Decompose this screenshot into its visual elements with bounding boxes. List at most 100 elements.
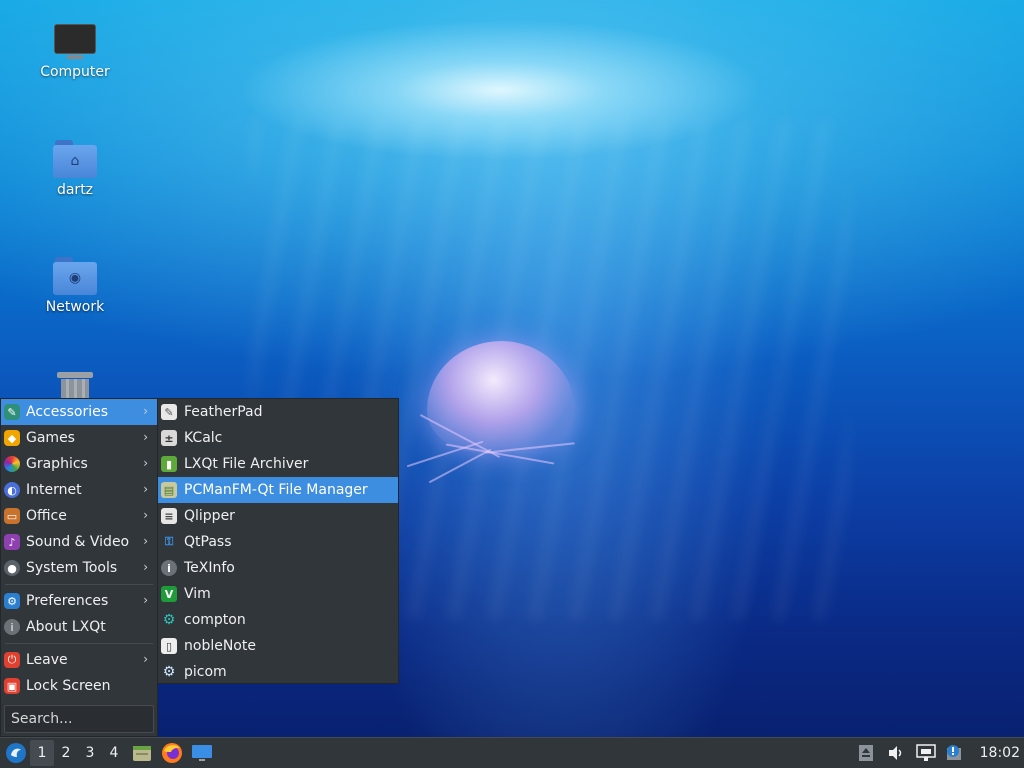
submenu-item-texinfo[interactable]: i TeXInfo xyxy=(158,555,398,581)
submenu-item-label: Vim xyxy=(184,586,211,602)
menu-item-accessories[interactable]: ✎ Accessories › xyxy=(1,399,157,425)
submenu-item-label: compton xyxy=(184,612,246,628)
submenu-item-featherpad[interactable]: ✎ FeatherPad xyxy=(158,399,398,425)
chevron-right-icon: › xyxy=(143,652,148,666)
file-manager-launcher[interactable] xyxy=(128,739,156,767)
system-tools-icon: ● xyxy=(4,560,20,576)
home-folder-icon: ⌂ xyxy=(53,140,97,178)
menu-item-label: About LXQt xyxy=(26,619,106,635)
lock-icon: ▣ xyxy=(4,678,20,694)
featherpad-icon: ✎ xyxy=(161,404,177,420)
graphics-icon xyxy=(4,456,20,472)
file-manager-icon xyxy=(133,746,151,761)
menu-item-about[interactable]: i About LXQt xyxy=(1,614,157,640)
submenu-item-kcalc[interactable]: ± KCalc xyxy=(158,425,398,451)
submenu-item-label: TeXInfo xyxy=(184,560,235,576)
menu-separator xyxy=(5,643,153,644)
submenu-item-label: picom xyxy=(184,664,227,680)
system-tray: 18:02 xyxy=(852,738,1024,768)
internet-icon: ◐ xyxy=(4,482,20,498)
submenu-item-picom[interactable]: ⚙ picom xyxy=(158,659,398,685)
network-wired-icon xyxy=(915,744,936,761)
update-notifier-icon xyxy=(946,745,961,760)
kcalc-icon: ± xyxy=(161,430,177,446)
menu-item-label: Lock Screen xyxy=(26,678,111,694)
desktop-icon xyxy=(192,745,212,761)
chevron-right-icon: › xyxy=(143,404,148,418)
menu-item-label: Sound & Video xyxy=(26,534,130,550)
submenu-item-label: QtPass xyxy=(184,534,232,550)
volume-icon xyxy=(888,746,901,760)
chevron-right-icon: › xyxy=(143,508,148,522)
accessories-submenu: ✎ FeatherPad ± KCalc ▮ LXQt File Archive… xyxy=(157,398,399,684)
about-icon: i xyxy=(4,619,20,635)
show-desktop-launcher[interactable] xyxy=(188,739,216,767)
submenu-item-label: nobleNote xyxy=(184,638,256,654)
menu-item-label: Graphics xyxy=(26,456,88,472)
noblenote-icon: ▯ xyxy=(161,638,177,654)
leave-icon: ⏻ xyxy=(4,652,20,668)
qtpass-icon: ⚿ xyxy=(164,535,174,548)
chevron-right-icon: › xyxy=(143,534,148,548)
menu-item-label: Preferences xyxy=(26,593,109,609)
games-icon: ◆ xyxy=(4,430,20,446)
menu-item-sound-video[interactable]: ♪ Sound & Video › xyxy=(1,529,157,555)
workspace-2[interactable]: 2 xyxy=(54,740,78,766)
menu-item-office[interactable]: ▭ Office › xyxy=(1,503,157,529)
archiver-icon: ▮ xyxy=(161,456,177,472)
menu-item-graphics[interactable]: Graphics › xyxy=(1,451,157,477)
submenu-item-qlipper[interactable]: ≡ Qlipper xyxy=(158,503,398,529)
submenu-item-qtpass[interactable]: ⚿ QtPass xyxy=(158,529,398,555)
clock[interactable]: 18:02 xyxy=(980,745,1020,761)
submenu-item-label: LXQt File Archiver xyxy=(184,456,309,472)
removable-media-tray[interactable] xyxy=(852,739,880,767)
desktop-icon-computer[interactable]: Computer xyxy=(20,24,130,80)
application-menu: ✎ Accessories › ◆ Games › Graphics › ◐ I… xyxy=(0,398,158,737)
menu-item-label: Internet xyxy=(26,482,82,498)
accessories-icon: ✎ xyxy=(4,404,20,420)
menu-item-lock-screen[interactable]: ▣ Lock Screen xyxy=(1,673,157,699)
picom-icon: ⚙ xyxy=(162,664,176,680)
menu-search-input[interactable] xyxy=(4,705,154,733)
submenu-item-vim[interactable]: V Vim xyxy=(158,581,398,607)
sound-video-icon: ♪ xyxy=(4,534,20,550)
texinfo-icon: i xyxy=(161,560,177,576)
volume-tray[interactable] xyxy=(882,739,910,767)
chevron-right-icon: › xyxy=(143,593,148,607)
menu-item-leave[interactable]: ⏻ Leave › xyxy=(1,647,157,673)
update-notifier-tray[interactable] xyxy=(942,739,970,767)
desktop-icon-trash[interactable] xyxy=(20,370,130,401)
network-tray[interactable] xyxy=(912,739,940,767)
chevron-right-icon: › xyxy=(143,430,148,444)
workspace-4[interactable]: 4 xyxy=(102,740,126,766)
network-folder-icon: ◉ xyxy=(53,257,97,295)
submenu-item-noblenote[interactable]: ▯ nobleNote xyxy=(158,633,398,659)
menu-item-internet[interactable]: ◐ Internet › xyxy=(1,477,157,503)
workspace-3[interactable]: 3 xyxy=(78,740,102,766)
workspace-1[interactable]: 1 xyxy=(30,740,54,766)
menu-item-label: Leave xyxy=(26,652,68,668)
jellyfish-wallpaper xyxy=(405,335,605,515)
menu-item-label: Office xyxy=(26,508,67,524)
desktop-icon-home[interactable]: ⌂ dartz xyxy=(20,140,130,198)
menu-item-preferences[interactable]: ⚙ Preferences › xyxy=(1,588,157,614)
eject-icon xyxy=(858,745,873,761)
trash-icon xyxy=(57,370,93,401)
submenu-item-label: FeatherPad xyxy=(184,404,263,420)
chevron-right-icon: › xyxy=(143,482,148,496)
start-menu-button[interactable] xyxy=(2,739,30,767)
menu-item-system-tools[interactable]: ● System Tools › xyxy=(1,555,157,581)
menu-separator xyxy=(5,584,153,585)
menu-item-label: Accessories xyxy=(26,404,109,420)
compton-icon: ⚙ xyxy=(162,612,176,628)
menu-item-games[interactable]: ◆ Games › xyxy=(1,425,157,451)
submenu-item-label: KCalc xyxy=(184,430,223,446)
submenu-item-file-manager[interactable]: ▤ PCManFM-Qt File Manager xyxy=(158,477,398,503)
firefox-launcher[interactable] xyxy=(158,739,186,767)
desktop-icon-network[interactable]: ◉ Network xyxy=(20,257,130,315)
vim-icon: V xyxy=(161,586,177,602)
submenu-item-compton[interactable]: ⚙ compton xyxy=(158,607,398,633)
submenu-item-archiver[interactable]: ▮ LXQt File Archiver xyxy=(158,451,398,477)
desktop-icon-label: Network xyxy=(45,299,105,315)
preferences-icon: ⚙ xyxy=(4,593,20,609)
